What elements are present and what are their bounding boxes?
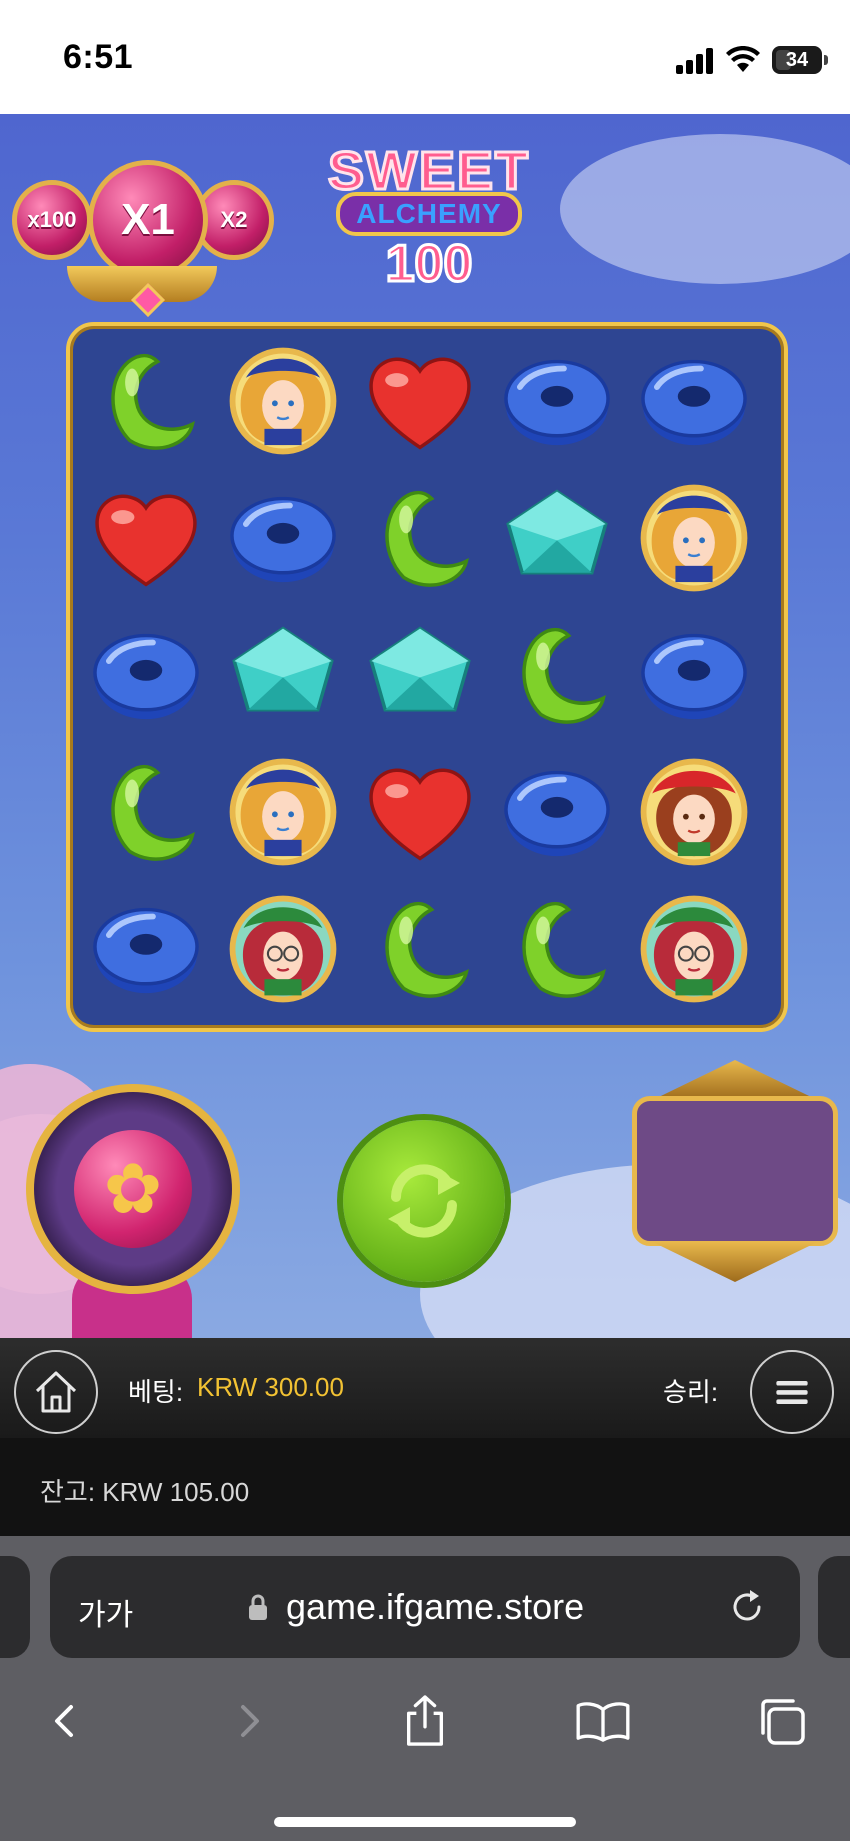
multiplier-x100: x100 <box>12 180 92 260</box>
reel-grid <box>66 322 788 1032</box>
blonde-witch-portrait <box>217 745 349 879</box>
blue-donut-candy <box>80 882 212 1016</box>
chevron-right-icon <box>241 1705 259 1737</box>
blue-donut-candy <box>491 334 623 468</box>
wifi-icon <box>726 46 760 72</box>
next-tab-peek[interactable] <box>818 1556 850 1658</box>
multiplier-current: X1 <box>88 160 208 280</box>
share-icon <box>407 1695 443 1746</box>
red-heart-candy <box>354 334 486 468</box>
share-button[interactable] <box>390 1686 460 1756</box>
previous-tab-peek[interactable] <box>0 1556 30 1658</box>
green-moon-candy <box>80 745 212 879</box>
green-moon-candy <box>354 882 486 1016</box>
spin-button[interactable] <box>343 1120 505 1282</box>
hamburger-menu-icon <box>776 1380 808 1404</box>
special-bet-button[interactable]: ✿ <box>26 1084 240 1294</box>
buy-feature-panel[interactable] <box>632 1060 838 1282</box>
balance-text: 잔고: KRW 105.00 <box>40 1477 250 1507</box>
battery-icon: 34 <box>772 46 822 74</box>
bet-label: 베팅: <box>128 1377 184 1407</box>
red-heart-candy <box>354 745 486 879</box>
game-canvas[interactable]: x100 X2 X1 SWEET ALCHEMY 100 ✿ <box>0 114 850 1338</box>
green-witch-portrait <box>628 882 760 1016</box>
browser-toolbar: 가가 game.ifgame.store <box>0 1536 850 1841</box>
refresh-icon <box>388 1164 460 1238</box>
menu-button[interactable] <box>750 1350 834 1434</box>
status-time: 6:51 <box>63 38 134 76</box>
book-icon <box>576 1702 630 1742</box>
home-indicator <box>274 1817 576 1827</box>
text-size-button[interactable]: 가가 <box>78 1590 133 1634</box>
bet-value[interactable]: KRW 300.00 <box>197 1372 344 1403</box>
green-moon-candy <box>80 334 212 468</box>
balance-bar: 잔고: KRW 105.00 <box>0 1438 850 1536</box>
redhat-girl-portrait <box>628 745 760 879</box>
teal-cube-candy <box>217 608 349 742</box>
cellular-signal-icon <box>676 48 716 74</box>
blue-donut-candy <box>628 334 760 468</box>
status-bar: 6:51 34 <box>0 0 850 114</box>
blonde-witch-portrait <box>217 334 349 468</box>
green-witch-portrait <box>217 882 349 1016</box>
reload-icon[interactable] <box>726 1586 768 1628</box>
teal-cube-candy <box>491 471 623 605</box>
multiplier-display: x100 X2 X1 <box>12 150 274 317</box>
blue-donut-candy <box>628 608 760 742</box>
green-moon-candy <box>354 471 486 605</box>
win-label: 승리: <box>663 1377 719 1407</box>
green-moon-candy <box>491 608 623 742</box>
blonde-witch-portrait <box>628 471 760 605</box>
url-text[interactable]: game.ifgame.store <box>286 1586 584 1628</box>
tabs-icon <box>761 1699 805 1745</box>
home-button[interactable] <box>14 1350 98 1434</box>
green-moon-candy <box>491 882 623 1016</box>
forward-button[interactable] <box>214 1686 284 1756</box>
game-logo: SWEET ALCHEMY 100 <box>326 141 530 294</box>
red-heart-candy <box>80 471 212 605</box>
home-icon <box>35 1371 77 1413</box>
chevron-left-icon <box>55 1705 73 1737</box>
lock-icon <box>249 1594 267 1620</box>
blue-donut-candy <box>491 745 623 879</box>
back-button[interactable] <box>30 1686 100 1756</box>
bet-info-bar: 베팅: KRW 300.00 승리: <box>0 1338 850 1438</box>
blue-donut-candy <box>80 608 212 742</box>
tabs-button[interactable] <box>746 1686 816 1756</box>
teal-cube-candy <box>354 608 486 742</box>
address-bar[interactable]: 가가 game.ifgame.store <box>50 1556 800 1658</box>
flower-icon: ✿ <box>74 1130 192 1248</box>
blue-donut-candy <box>217 471 349 605</box>
bookmarks-button[interactable] <box>568 1686 638 1756</box>
